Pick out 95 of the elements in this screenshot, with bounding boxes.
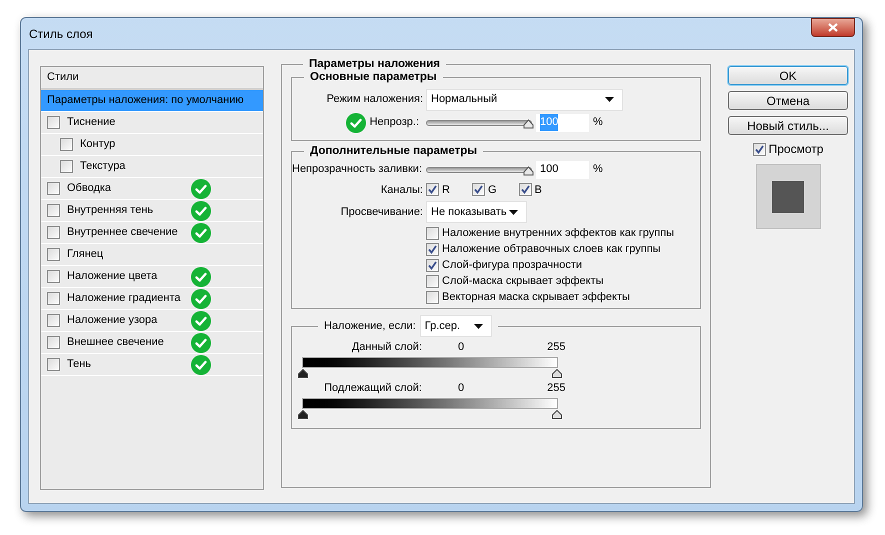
checkbox[interactable] — [47, 292, 60, 305]
style-item[interactable]: Обводка — [41, 178, 263, 200]
slider-thumb[interactable] — [523, 118, 534, 128]
style-item[interactable]: Наложение цвета — [41, 266, 263, 288]
style-label: Внутренняя тень — [67, 203, 154, 218]
checkbox[interactable] — [47, 336, 60, 349]
checkbox[interactable] — [426, 242, 439, 256]
style-label: Обводка — [67, 181, 112, 196]
checkbox[interactable] — [47, 270, 60, 283]
style-item[interactable]: Глянец — [41, 244, 263, 266]
style-label: Параметры наложения: по умолчанию — [47, 93, 244, 108]
style-label: Внутреннее свечение — [67, 225, 178, 240]
option-label: Наложение обтравочных слоев как группы — [442, 242, 661, 257]
style-item[interactable]: Тиснение — [41, 112, 263, 134]
checkbox[interactable] — [47, 314, 60, 327]
field-label: Наложение, если: — [324, 319, 416, 334]
slider-track[interactable] — [426, 120, 532, 126]
checkbox[interactable] — [472, 183, 485, 196]
style-label: Тень — [67, 357, 92, 372]
option-label: Слой-фигура прозрачности — [442, 258, 582, 273]
caret-icon — [474, 324, 483, 329]
checkbox[interactable] — [426, 290, 439, 304]
style-item[interactable]: Наложение градиента — [41, 288, 263, 310]
checkbox[interactable] — [60, 138, 73, 151]
style-item[interactable]: Внутреннее свечение — [41, 222, 263, 244]
checkbox[interactable] — [426, 183, 439, 196]
preview-label: Просмотр — [768, 141, 824, 158]
range-thumb[interactable] — [552, 369, 562, 378]
checkbox[interactable] — [426, 226, 439, 240]
field-label: Режим наложения: — [326, 92, 424, 108]
option-label: Векторная маска скрывает эффекты — [442, 290, 630, 305]
blend-if-dropdown[interactable]: Гр.сер. — [420, 315, 492, 338]
slider-track[interactable] — [426, 166, 532, 172]
channel-label: R — [442, 182, 450, 198]
style-label: Текстура — [80, 159, 126, 174]
fill-opacity-input[interactable]: 100 — [536, 160, 589, 178]
style-item[interactable]: Внутренняя тень — [41, 200, 263, 222]
checkbox[interactable] — [47, 226, 60, 239]
group-title: Параметры наложения — [308, 57, 441, 72]
style-item[interactable]: Параметры наложения: по умолчанию — [41, 90, 263, 112]
close-icon — [828, 23, 838, 32]
range-high-value: 255 — [547, 340, 566, 355]
style-label: Наложение цвета — [67, 269, 158, 284]
style-item[interactable]: Контур — [41, 134, 263, 156]
unit-label: % — [593, 162, 603, 178]
range-low-value: 0 — [458, 340, 464, 355]
checkbox[interactable] — [60, 160, 73, 173]
checkbox[interactable] — [47, 204, 60, 217]
style-label: Контур — [80, 137, 116, 152]
checkbox[interactable] — [47, 182, 60, 195]
range-label: Данный слой: — [350, 340, 422, 355]
style-label: Внешнее свечение — [67, 335, 164, 350]
style-item[interactable]: Наложение узора — [41, 310, 263, 332]
channel-label: G — [488, 182, 497, 198]
field-label: Непрозр.: — [370, 115, 419, 130]
checkbox[interactable] — [47, 248, 60, 261]
slider-thumb[interactable] — [523, 166, 534, 176]
checkbox[interactable] — [426, 258, 439, 272]
range-low-value: 0 — [458, 381, 464, 396]
blend-mode-dropdown[interactable]: Нормальный — [426, 88, 623, 110]
range-label: Подлежащий слой: — [323, 381, 422, 396]
checkbox[interactable] — [47, 116, 60, 129]
caret-icon — [605, 97, 614, 102]
option-label: Наложение внутренних эффектов как группы — [442, 226, 674, 241]
dialog-button[interactable]: Новый стиль... — [728, 116, 848, 135]
checkbox[interactable] — [518, 183, 532, 196]
style-label: Наложение узора — [67, 313, 158, 328]
range-thumb[interactable] — [552, 410, 562, 420]
channel-label: B — [534, 182, 542, 198]
style-item[interactable]: Текстура — [41, 156, 263, 178]
dialog-button[interactable]: OK — [728, 66, 848, 85]
dialog-button[interactable]: Отмена — [728, 91, 848, 110]
range-thumb[interactable] — [298, 369, 308, 378]
field-label: Просвечивание: — [340, 204, 424, 220]
checkbox[interactable] — [426, 274, 439, 288]
caret-icon — [509, 210, 518, 214]
checkbox[interactable] — [752, 142, 766, 156]
style-item[interactable]: Внешнее свечение — [41, 332, 263, 354]
close-button[interactable] — [811, 18, 855, 37]
field-label: Каналы: — [380, 182, 424, 198]
style-label: Тиснение — [67, 115, 116, 130]
group-title: Основные параметры — [309, 70, 438, 86]
unit-label: % — [593, 115, 603, 130]
knockout-dropdown[interactable]: Не показывать — [426, 201, 527, 223]
range-thumb[interactable] — [298, 410, 308, 420]
window-title: Стиль слоя — [29, 26, 93, 42]
option-label: Слой-маска скрывает эффекты — [442, 274, 604, 289]
style-label: Наложение градиента — [67, 291, 181, 306]
style-label: Глянец — [67, 247, 104, 262]
field-label: Непрозрачность заливки: — [292, 162, 423, 178]
group-title: Дополнительные параметры — [309, 144, 478, 160]
preview-swatch — [756, 164, 820, 229]
checkbox[interactable] — [47, 358, 60, 371]
range-high-value: 255 — [547, 381, 566, 396]
style-item[interactable]: Тень — [41, 354, 263, 376]
